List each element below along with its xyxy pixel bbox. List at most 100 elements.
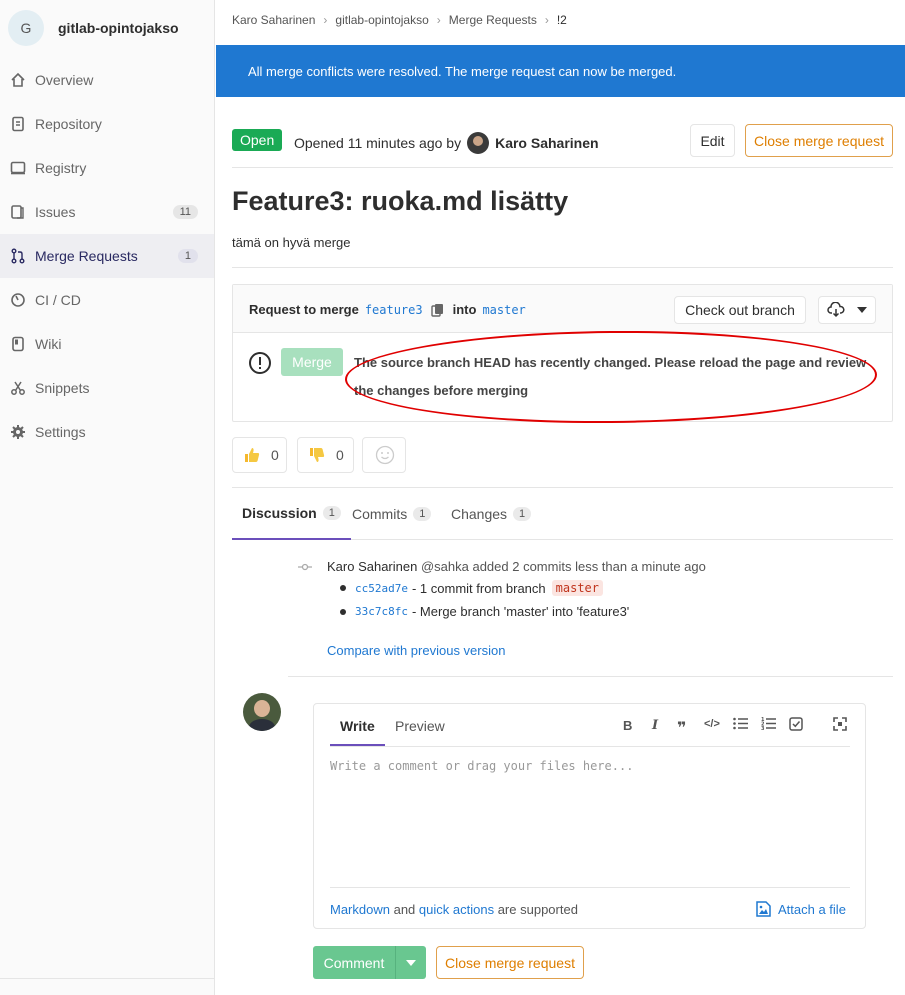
check-out-branch-button[interactable]: Check out branch [674, 296, 806, 324]
commit-list-item: cc52ad7e - 1 commit from branch master [340, 580, 603, 596]
divider [288, 676, 893, 677]
markdown-hint: Markdown and quick actions are supported [330, 902, 578, 917]
request-to-merge-label: Request to merge [249, 302, 359, 317]
into-label: into [452, 302, 477, 317]
scissors-icon [10, 380, 26, 396]
gear-icon [10, 424, 26, 440]
bold-icon[interactable]: B [623, 718, 632, 733]
container-icon [10, 160, 26, 176]
bullet [340, 608, 346, 615]
opened-text: Opened 11 minutes ago by [294, 135, 462, 151]
tab-count: 1 [513, 507, 532, 521]
quick-actions-link[interactable]: quick actions [419, 902, 494, 917]
sidebar-item-overview[interactable]: Overview [0, 58, 214, 102]
author-avatar[interactable] [467, 132, 490, 154]
target-branch-link[interactable]: master [482, 303, 525, 317]
divider [330, 887, 850, 888]
tab-commits[interactable]: Commits 1 [352, 488, 432, 540]
tab-discussion[interactable]: Discussion 1 [232, 488, 351, 540]
sidebar-item-merge-requests[interactable]: Merge Requests 1 [0, 234, 214, 278]
chevron-right-icon: › [436, 13, 441, 27]
attach-file-button[interactable]: Attach a file [756, 901, 846, 917]
breadcrumb-item-project[interactable]: gitlab-opintojakso [335, 13, 428, 27]
mr-description: tämä on hyvä merge [232, 235, 351, 250]
sidebar-item-label: Repository [35, 116, 102, 132]
active-tab-indicator [330, 744, 385, 746]
tab-label: Changes [451, 506, 508, 522]
sidebar-item-settings[interactable]: Settings [0, 410, 214, 454]
markdown-link[interactable]: Markdown [330, 902, 390, 917]
divider [330, 746, 850, 747]
merge-requests-count-badge: 1 [177, 249, 198, 263]
thumbs-down-icon [310, 448, 325, 462]
sidebar-item-ci-cd[interactable]: CI / CD [0, 278, 214, 322]
thumbs-down-button[interactable]: 0 [297, 437, 354, 473]
chevron-right-icon: › [544, 13, 549, 27]
divider [232, 267, 893, 268]
comment-editor: Write Preview B I ❞ </> 123 Write a comm… [313, 703, 866, 929]
svg-text:3: 3 [761, 726, 765, 730]
breadcrumb-item-current[interactable]: !2 [557, 13, 567, 27]
edit-button[interactable]: Edit [690, 124, 735, 157]
sidebar-item-registry[interactable]: Registry [0, 146, 214, 190]
sidebar-item-snippets[interactable]: Snippets [0, 366, 214, 410]
comment-options-dropdown[interactable] [396, 946, 426, 979]
caret-down-icon [406, 959, 416, 966]
tab-label: Commits [352, 506, 408, 522]
thumbs-up-button[interactable]: 0 [232, 437, 287, 473]
hint-text-supported: are supported [497, 902, 578, 917]
sidebar-item-issues[interactable]: Issues 11 [0, 190, 214, 234]
bullet-list-icon[interactable] [733, 717, 748, 730]
breadcrumb: Karo Saharinen › gitlab-opintojakso › Me… [232, 13, 567, 27]
tab-label: Discussion [242, 505, 317, 521]
checklist-icon[interactable] [789, 717, 803, 731]
source-branch-link[interactable]: feature3 [365, 303, 423, 317]
sidebar-item-wiki[interactable]: Wiki [0, 322, 214, 366]
add-reaction-button[interactable] [362, 437, 406, 473]
commit-icon [298, 563, 312, 571]
download-dropdown-button[interactable] [818, 296, 876, 324]
tab-changes[interactable]: Changes 1 [451, 488, 532, 540]
status-badge: Open [232, 129, 283, 151]
code-icon[interactable]: </> [704, 718, 720, 730]
commit-sha-link[interactable]: 33c7c8fc [355, 605, 408, 618]
close-merge-request-bottom-button[interactable]: Close merge request [436, 946, 584, 979]
numbered-list-icon[interactable]: 123 [761, 717, 776, 730]
merge-widget-body: Merge The source branch HEAD has recentl… [233, 333, 892, 421]
current-user-avatar[interactable] [243, 693, 281, 731]
mr-header: Open Opened 11 minutes ago by Karo Sahar… [232, 124, 893, 168]
home-icon [10, 72, 26, 88]
italic-icon[interactable]: I [652, 718, 658, 733]
fullscreen-icon[interactable] [833, 717, 847, 731]
commit-sha-link[interactable]: cc52ad7e [355, 582, 408, 595]
hint-text-and: and [393, 902, 416, 917]
smiley-icon [375, 445, 395, 465]
note-author[interactable]: Karo Saharinen [327, 559, 417, 574]
author-link[interactable]: Karo Saharinen [495, 135, 598, 151]
sidebar-item-label: Merge Requests [35, 248, 138, 264]
merge-widget-header: Request to merge feature3 into master Ch… [233, 285, 892, 333]
copy-icon[interactable] [430, 303, 445, 317]
caret-down-icon [857, 307, 867, 313]
compare-previous-version-link[interactable]: Compare with previous version [327, 643, 505, 658]
comment-textarea[interactable]: Write a comment or drag your files here.… [330, 759, 850, 879]
merge-widget: Request to merge feature3 into master Ch… [232, 284, 893, 422]
tab-write[interactable]: Write [340, 718, 375, 734]
project-name[interactable]: gitlab-opintojakso [58, 20, 179, 36]
quote-icon[interactable]: ❞ [677, 718, 686, 738]
sidebar-item-repository[interactable]: Repository [0, 102, 214, 146]
close-merge-request-button[interactable]: Close merge request [745, 124, 893, 157]
project-header[interactable]: G gitlab-opintojakso [0, 0, 214, 56]
breadcrumb-item-user[interactable]: Karo Saharinen [232, 13, 315, 27]
breadcrumb-item-merge-requests[interactable]: Merge Requests [449, 13, 537, 27]
warning-icon [249, 352, 271, 374]
commit-text: - Merge branch 'master' into 'feature3' [411, 604, 630, 619]
merge-button[interactable]: Merge [281, 348, 343, 376]
sidebar-item-label: Wiki [35, 336, 62, 352]
tab-preview[interactable]: Preview [395, 718, 445, 734]
system-note: Karo Saharinen @sahka added 2 commits le… [327, 559, 706, 574]
commit-text: - 1 commit from branch [411, 580, 546, 596]
comment-button[interactable]: Comment [313, 946, 396, 979]
tab-count: 1 [413, 507, 432, 521]
thumbs-up-icon [245, 448, 260, 462]
